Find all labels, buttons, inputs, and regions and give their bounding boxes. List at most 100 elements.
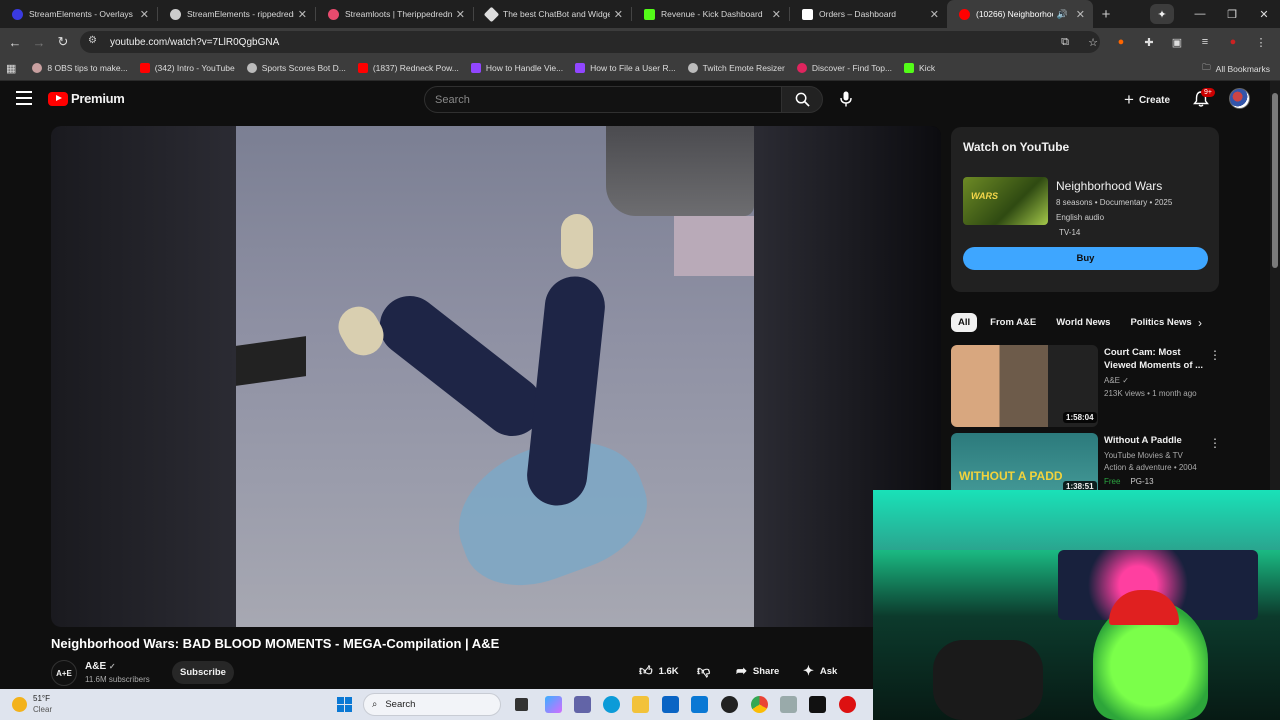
bookmark-item[interactable]: 8 OBS tips to make... [32, 63, 128, 73]
close-tab-icon[interactable]: ✕ [772, 8, 781, 21]
reload-icon[interactable]: ↻ [51, 34, 75, 50]
account-avatar[interactable] [1229, 88, 1250, 109]
channel-name[interactable]: A&E ✓ [85, 661, 116, 672]
bookmark-item[interactable]: Discover - Find Top... [796, 63, 892, 73]
chip-from-ae[interactable]: From A&E [983, 313, 1043, 332]
new-tab-button[interactable]: + [1093, 6, 1119, 23]
speaker-icon[interactable]: 🔊 [1057, 9, 1068, 20]
video-title[interactable]: Without A Paddle [1104, 434, 1204, 447]
profile-icon[interactable]: ● [1222, 36, 1244, 48]
media-icon[interactable]: ≡ [1194, 36, 1216, 48]
task-view-icon[interactable] [515, 698, 528, 711]
teams-icon[interactable] [574, 696, 591, 713]
chip-politics-news[interactable]: Politics News [1123, 313, 1198, 332]
apps-grid-icon[interactable]: ▦ [6, 62, 16, 75]
restore-icon[interactable]: ❐ [1216, 8, 1248, 21]
weather-widget[interactable]: 51°F Clear [12, 693, 52, 715]
extensions-icon[interactable]: ✚ [1138, 36, 1160, 49]
bookmark-item[interactable]: (342) Intro - YouTube [139, 63, 235, 73]
copilot-icon[interactable] [545, 696, 562, 713]
youtube-header: Premium Search + Create [0, 81, 1270, 119]
thumbs-up-icon: 👍︎ [639, 663, 653, 678]
back-arrow-icon[interactable]: ← [3, 35, 27, 50]
terminal-icon[interactable] [809, 696, 826, 713]
store-icon[interactable] [662, 696, 679, 713]
chip-all[interactable]: All [951, 312, 978, 332]
search-button[interactable] [781, 86, 823, 113]
share-button[interactable]: ➦ Share [736, 663, 779, 679]
subscribe-button[interactable]: Subscribe [172, 661, 234, 684]
video-shoe [561, 214, 593, 269]
plus-icon: + [1124, 90, 1134, 109]
url-bar[interactable]: ⚙ youtube.com/watch?v=7LlR0QgbGNA [80, 31, 1100, 53]
app-icon[interactable] [839, 696, 856, 713]
browser-tab[interactable]: StreamElements - rippedredne ✕ [158, 0, 315, 28]
browser-tab-active[interactable]: (10266) Neighborhood Wa🔊✕ [947, 0, 1093, 28]
edge-icon[interactable] [603, 696, 620, 713]
more-options-icon[interactable]: ⋮ [1209, 436, 1221, 450]
bookmark-star-icon[interactable]: ☆ [1082, 36, 1104, 49]
more-options-icon[interactable]: ⋮ [1209, 348, 1221, 362]
buy-button[interactable]: Buy [963, 247, 1208, 270]
show-thumbnail[interactable]: WARS [963, 177, 1048, 225]
browser-tab[interactable]: Revenue - Kick Dashboard ✕ [632, 0, 789, 28]
app-icon[interactable] [780, 696, 797, 713]
file-explorer-icon[interactable] [632, 696, 649, 713]
extension-orange-icon[interactable]: ● [1110, 36, 1132, 48]
menu-kebab-icon[interactable]: ⋮ [1250, 36, 1272, 49]
outlook-icon[interactable] [691, 696, 708, 713]
tab-favicon-icon [483, 6, 500, 22]
tab-favicon-icon [802, 8, 813, 20]
site-info-icon[interactable]: ⚙ [88, 35, 102, 49]
bookmark-item[interactable]: How to Handle Vie... [470, 63, 563, 73]
browser-tab[interactable]: StreamElements - Overlays ✕ [0, 0, 157, 28]
recommended-video[interactable]: WITHOUT A PADD 1:38:51 Without A Paddle … [951, 433, 1271, 490]
forward-arrow-icon[interactable]: → [27, 35, 51, 50]
ask-button[interactable]: ✦ Ask [803, 663, 837, 679]
video-player[interactable] [51, 126, 941, 627]
search-icon [795, 92, 810, 107]
voice-search-button[interactable] [836, 89, 856, 109]
app-icon[interactable] [721, 696, 738, 713]
create-button[interactable]: + Create [1124, 90, 1170, 110]
video-title[interactable]: Court Cam: Most Viewed Moments of ... [1104, 346, 1204, 372]
browser-tab[interactable]: Streamloots | Therippedredne ✕ [316, 0, 473, 28]
taskbar-search[interactable]: ⌕ Search [363, 693, 501, 716]
scrollbar-thumb[interactable] [1272, 93, 1278, 268]
bookmark-item[interactable]: Sports Scores Bot D... [246, 63, 346, 73]
video-door-handle [236, 336, 306, 386]
bookmark-item[interactable]: Twitch Emote Resizer [687, 63, 785, 73]
close-tab-icon[interactable]: ✕ [930, 8, 939, 21]
search-input[interactable]: Search [424, 86, 782, 113]
sidepanel-icon[interactable]: ▣ [1166, 36, 1188, 49]
close-tab-icon[interactable]: ✕ [298, 8, 307, 21]
close-tab-icon[interactable]: ✕ [140, 8, 149, 21]
install-app-icon[interactable]: ⧉ [1054, 36, 1076, 49]
chevron-right-icon[interactable]: › [1198, 316, 1202, 330]
dislike-button[interactable]: 👎︎ [697, 663, 716, 679]
chip-world-news[interactable]: World News [1049, 313, 1117, 332]
close-tab-icon[interactable]: ✕ [1076, 8, 1085, 21]
hamburger-menu-icon[interactable] [16, 91, 32, 105]
browser-tab[interactable]: The best ChatBot and Widgets ✕ [474, 0, 631, 28]
minimize-icon[interactable]: — [1184, 8, 1216, 20]
show-rating: TV-14 [1059, 228, 1081, 237]
channel-avatar[interactable]: A+E [51, 660, 77, 686]
windows-start-icon[interactable] [337, 697, 352, 712]
browser-tab[interactable]: Orders – Dashboard ✕ [790, 0, 947, 28]
tab-favicon-icon [328, 8, 339, 20]
close-tab-icon[interactable]: ✕ [456, 8, 465, 21]
video-car [606, 126, 754, 216]
bookmark-item[interactable]: Kick [904, 63, 935, 73]
bookmark-item[interactable]: How to File a User R... [575, 63, 676, 73]
youtube-premium-logo[interactable]: Premium [48, 91, 125, 106]
like-button[interactable]: 👍︎ 1.6K [639, 663, 679, 679]
sparkle-icon[interactable]: ✦ [1150, 4, 1174, 24]
close-tab-icon[interactable]: ✕ [614, 8, 623, 21]
show-title[interactable]: Neighborhood Wars [1056, 179, 1162, 193]
close-window-icon[interactable]: ✕ [1248, 8, 1280, 21]
all-bookmarks-button[interactable]: 🗀 All Bookmarks [1202, 56, 1270, 81]
chrome-icon[interactable] [751, 696, 768, 713]
recommended-video[interactable]: 1:58:04 Court Cam: Most Viewed Moments o… [951, 345, 1271, 427]
bookmark-item[interactable]: (1837) Redneck Pow... [357, 63, 459, 73]
